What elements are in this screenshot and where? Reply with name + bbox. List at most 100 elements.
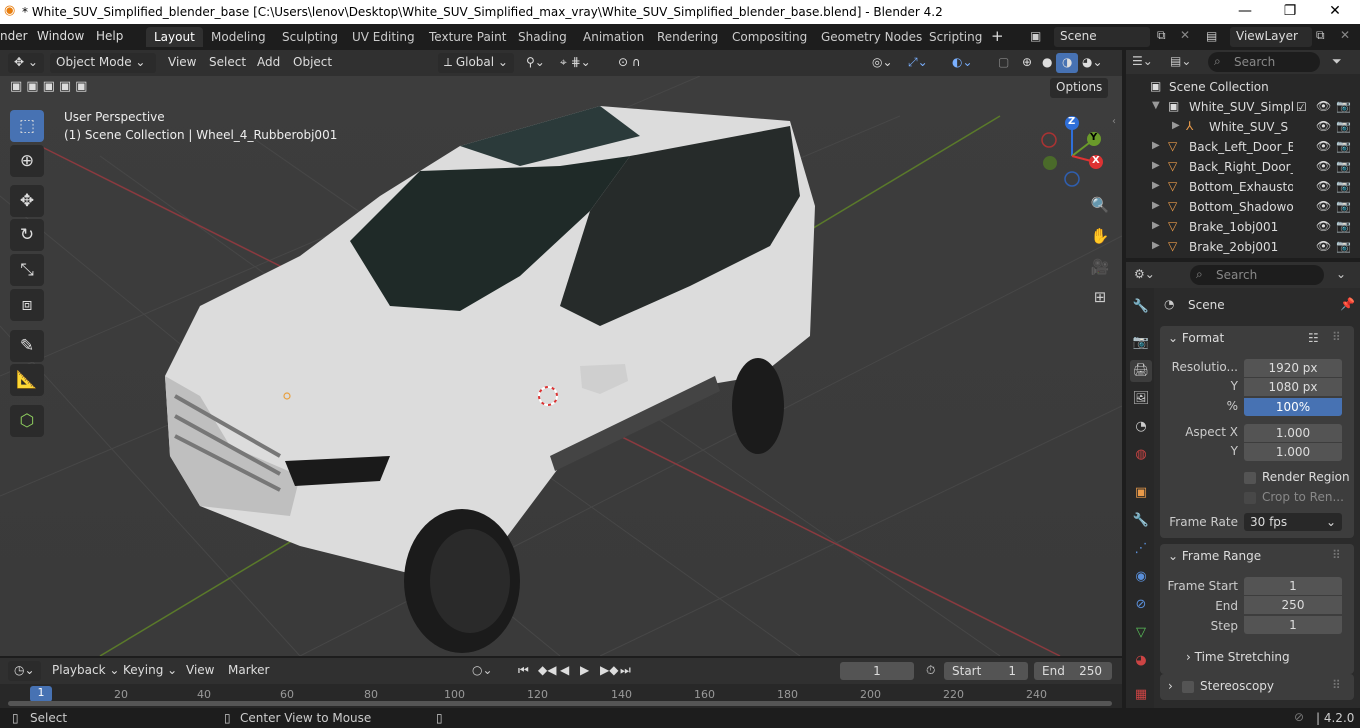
auto-keying-icon[interactable]: ○⌄ <box>466 661 499 681</box>
delete-scene-icon[interactable]: ✕ <box>1180 28 1190 42</box>
time-stretching-subpanel[interactable]: › Time Stretching <box>1186 650 1290 664</box>
camera-icon[interactable]: 📷 <box>1336 199 1351 213</box>
minimize-button[interactable]: — <box>1230 3 1260 19</box>
tool-tab-icon[interactable]: 🔧 <box>1130 296 1152 318</box>
drag-handle-icon[interactable]: ⠿ <box>1332 678 1341 692</box>
outliner-row[interactable]: ▶ ▽ Brake_2obj001 👁 📷 <box>1126 237 1360 257</box>
play-reverse-icon[interactable]: ◀ <box>554 661 575 681</box>
render-region-checkbox[interactable] <box>1244 472 1256 484</box>
outliner-row-root[interactable]: ▣ Scene Collection <box>1126 77 1360 97</box>
timeline-end-field[interactable]: End 250 <box>1034 662 1112 680</box>
menu-add[interactable]: Add <box>251 53 286 73</box>
properties-search-field[interactable]: ⌕ Search <box>1190 265 1324 285</box>
aspect-x-field[interactable]: 1.000 <box>1244 424 1342 442</box>
wireframe-shading-icon[interactable]: ⊕ <box>1016 53 1038 73</box>
transform-orientation-dropdown[interactable]: ⟂ Global ⌄ <box>438 53 514 73</box>
resolution-y-field[interactable]: 1080 px <box>1244 378 1342 396</box>
checkbox-icon[interactable]: ☑ <box>1296 100 1307 114</box>
aspect-y-field[interactable]: 1.000 <box>1244 443 1342 461</box>
tab-uv-editing[interactable]: UV Editing <box>344 27 423 47</box>
world-tab-icon[interactable]: ◍ <box>1130 444 1152 466</box>
transform-tool[interactable]: ⧈ <box>10 289 44 321</box>
expand-arrow-icon[interactable]: ▶ <box>1152 180 1160 191</box>
pivot-icon[interactable]: ⚲⌄ <box>520 53 551 73</box>
add-cube-tool[interactable]: ⬡ <box>10 405 44 437</box>
3d-viewport[interactable]: Z Y X ▣▣▣▣▣ User Perspective (1) Scene C… <box>0 76 1122 656</box>
camera-icon[interactable]: 📷 <box>1336 179 1351 193</box>
expand-arrow-icon[interactable]: ▶ <box>1152 160 1160 171</box>
close-button[interactable]: ✕ <box>1320 3 1350 19</box>
timeline-editor-type-icon[interactable]: ◷⌄ <box>8 661 41 681</box>
proportional-edit-icon[interactable]: ⊙ ∩ <box>612 53 647 73</box>
eye-icon[interactable]: 👁 <box>1316 219 1331 233</box>
stereoscopy-checkbox[interactable] <box>1182 681 1194 693</box>
menu-timeline-view[interactable]: View <box>180 661 220 681</box>
camera-icon[interactable]: 📷 <box>1336 239 1351 253</box>
physics-tab-icon[interactable]: ◉ <box>1130 566 1152 588</box>
outliner-row[interactable]: ▶ ▽ Brake_1obj001 👁 📷 <box>1126 217 1360 237</box>
constraints-tab-icon[interactable]: ⊘ <box>1130 594 1152 616</box>
tab-animation[interactable]: Animation <box>575 27 652 47</box>
gizmo-z-label[interactable]: Z <box>1068 116 1075 127</box>
current-frame-field[interactable]: 1 <box>840 662 914 680</box>
resolution-x-field[interactable]: 1920 px <box>1244 359 1342 377</box>
tab-shading[interactable]: Shading <box>510 27 575 47</box>
snap-icon[interactable]: ⌖ ⋕⌄ <box>554 53 597 73</box>
frame-start-field[interactable]: 1 <box>1244 577 1342 595</box>
view-layer-tab-icon[interactable]: 🖼 <box>1130 388 1152 410</box>
resolution-percent-field[interactable]: 100% <box>1244 398 1342 416</box>
menu-render[interactable]: nder <box>0 29 28 43</box>
expand-arrow-icon[interactable]: ▶ <box>1152 140 1160 151</box>
stereoscopy-panel-header[interactable]: › <box>1168 679 1173 693</box>
move-tool[interactable]: ✥ <box>10 185 44 217</box>
maximize-button[interactable]: ❐ <box>1275 3 1305 19</box>
tab-geometry-nodes[interactable]: Geometry Nodes <box>813 27 930 47</box>
mode-dropdown[interactable]: Object Mode ⌄ <box>50 53 156 73</box>
outliner-search-field[interactable]: ⌕ Search <box>1208 52 1320 72</box>
select-mode-icons[interactable]: ▣▣▣▣▣ <box>10 79 91 94</box>
object-tab-icon[interactable]: ▣ <box>1130 482 1152 504</box>
camera-icon[interactable]: 📷 <box>1336 99 1351 113</box>
menu-window[interactable]: Window <box>37 29 84 43</box>
camera-icon[interactable]: 📷 <box>1336 119 1351 133</box>
timeline-ruler[interactable]: 1 20 40 60 80 100 120 140 160 180 200 22… <box>0 684 1122 708</box>
outliner-row[interactable]: ▶ ⅄ White_SUV_Sin 👁 📷 <box>1126 117 1360 137</box>
options-button[interactable]: Options <box>1050 78 1109 98</box>
expand-arrow-icon[interactable]: ▶ <box>1152 240 1160 251</box>
properties-editor-type-icon[interactable]: ⚙⌄ <box>1134 267 1155 281</box>
particles-tab-icon[interactable]: ⋰ <box>1130 538 1152 560</box>
modifier-tab-icon[interactable]: 🔧 <box>1130 510 1152 532</box>
tab-texture-paint[interactable]: Texture Paint <box>421 27 514 47</box>
outliner-row[interactable]: ▶ ▽ Bottom_Exhaustob 👁 📷 <box>1126 177 1360 197</box>
tab-modeling[interactable]: Modeling <box>203 27 274 47</box>
drag-handle-icon[interactable]: ⠿ <box>1332 330 1341 344</box>
menu-keying[interactable]: Keying ⌄ <box>117 661 183 681</box>
gizmo-icon[interactable]: ⤢⌄ <box>902 53 934 73</box>
stopwatch-icon[interactable]: ⏱ <box>920 661 941 681</box>
play-icon[interactable]: ▶ <box>574 661 595 681</box>
data-tab-icon[interactable]: ▽ <box>1130 622 1152 644</box>
camera-view-icon[interactable]: 🎥 <box>1087 254 1113 280</box>
eye-icon[interactable]: 👁 <box>1316 139 1331 153</box>
expand-arrow-icon[interactable]: ▶ <box>1152 220 1160 231</box>
tab-rendering[interactable]: Rendering <box>649 27 726 47</box>
menu-select[interactable]: Select <box>203 53 252 73</box>
eye-icon[interactable]: 👁 <box>1316 119 1331 133</box>
expand-arrow-icon[interactable]: ▶ <box>1152 200 1160 211</box>
tab-sculpting[interactable]: Sculpting <box>274 27 346 47</box>
editor-type-icon[interactable]: ✥ ⌄ <box>8 53 44 73</box>
scene-tab-icon[interactable]: ◔ <box>1130 416 1152 438</box>
menu-marker[interactable]: Marker <box>222 661 275 681</box>
frame-rate-dropdown[interactable]: 30 fps ⌄ <box>1244 513 1342 531</box>
overlay-icon[interactable]: ◐⌄ <box>946 53 979 73</box>
timeline-scrollbar[interactable] <box>8 701 1112 706</box>
format-panel-header[interactable]: ⌄ Format <box>1168 331 1224 345</box>
drag-handle-icon[interactable]: ⠿ <box>1332 548 1341 562</box>
presets-icon[interactable]: ☷ <box>1308 331 1319 345</box>
select-box-tool[interactable]: ⬚ <box>10 110 44 142</box>
eye-icon[interactable]: 👁 <box>1316 239 1331 253</box>
frame-range-panel-header[interactable]: ⌄ Frame Range <box>1168 549 1261 563</box>
collapse-arrow-icon[interactable]: ▼ <box>1152 100 1160 111</box>
outliner-display-mode-icon[interactable]: ▤⌄ <box>1170 54 1191 68</box>
gizmo-x-label[interactable]: X <box>1092 155 1100 166</box>
